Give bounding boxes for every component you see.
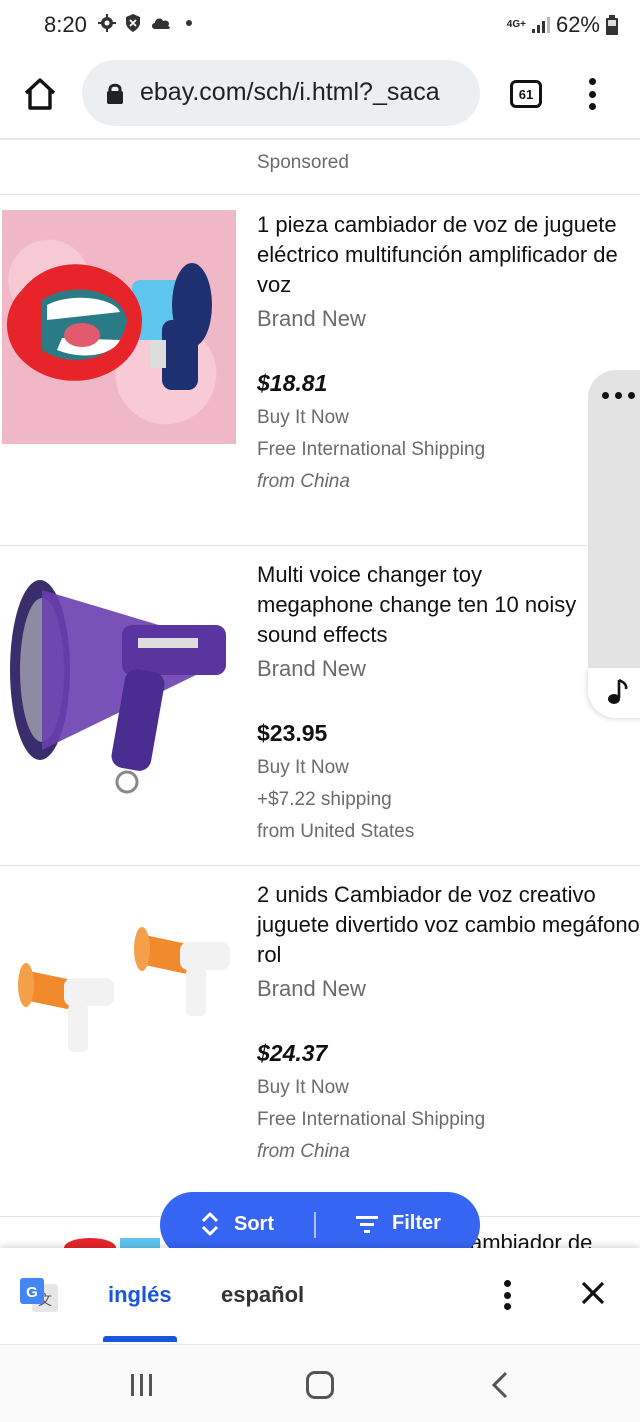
item-location: from China	[257, 1141, 350, 1162]
edge-panel-handle[interactable]	[588, 370, 640, 718]
menu-dot-icon	[588, 90, 596, 98]
cloud-icon	[152, 18, 170, 29]
status-system-icons: 4G+ 62%	[507, 12, 618, 38]
address-bar[interactable]: ebay.com/sch/i.html?_saca	[82, 60, 480, 126]
battery-percent: 62%	[555, 12, 600, 37]
lock-icon	[107, 83, 123, 104]
item-title[interactable]: 1 pieza cambiador de voz de juguete eléc…	[257, 210, 640, 300]
back-icon[interactable]	[490, 1371, 510, 1399]
divider	[0, 545, 640, 546]
item-image[interactable]	[2, 560, 236, 794]
filter-icon	[356, 1215, 378, 1233]
sort-label: Sort	[234, 1212, 274, 1235]
item-shipping: +$7.22 shipping	[257, 789, 392, 810]
sort-button[interactable]: Sort	[200, 1212, 274, 1236]
more-icon[interactable]	[602, 392, 635, 399]
item-image[interactable]	[2, 880, 236, 1114]
settings-icon	[98, 14, 116, 32]
item-price: $23.95	[257, 720, 328, 746]
item-title[interactable]: Multi voice changer toy megaphone change…	[257, 560, 587, 650]
status-notification-icons	[98, 13, 192, 33]
source-language-tab[interactable]: inglés	[108, 1282, 172, 1308]
item-info: Multi voice changer toy megaphone change…	[257, 560, 640, 843]
target-language-tab[interactable]: español	[221, 1282, 304, 1308]
sponsored-label: Sponsored	[257, 152, 349, 173]
item-buy-format: Buy It Now	[257, 757, 349, 778]
item-location: from China	[257, 471, 350, 492]
network-type: 4G+	[506, 19, 526, 30]
phone-screen: 8:20 4G+ 62% ebay.com/sch/i.html?_saca 6…	[0, 0, 640, 1422]
shield-icon	[126, 14, 140, 32]
item-condition: Brand New	[257, 306, 366, 331]
item-title[interactable]: 2 unids Cambiador de voz creativo juguet…	[257, 880, 640, 970]
browser-toolbar: ebay.com/sch/i.html?_saca 61	[0, 50, 640, 140]
purple-megaphone-illustration	[10, 580, 226, 794]
svg-text:G: G	[26, 1284, 38, 1301]
megaphone-lips-illustration	[7, 263, 212, 390]
pill-divider	[314, 1212, 316, 1238]
notification-dot-icon	[186, 20, 192, 26]
menu-dot-icon	[503, 1303, 511, 1310]
close-icon[interactable]	[578, 1278, 608, 1308]
menu-dot-icon	[588, 78, 596, 85]
item-price: $18.81	[257, 370, 328, 396]
google-translate-icon: 文 G	[20, 1278, 58, 1312]
home-nav-icon[interactable]	[306, 1371, 334, 1399]
item-image[interactable]	[2, 210, 236, 444]
listing-item[interactable]: 2 unids Cambiador de voz creativo juguet…	[0, 880, 640, 1214]
system-navigation-bar	[0, 1344, 640, 1422]
divider	[0, 194, 640, 195]
battery-icon	[606, 15, 618, 35]
status-bar: 8:20 4G+ 62%	[0, 0, 640, 50]
listing-item[interactable]: Multi voice changer toy megaphone change…	[0, 560, 640, 864]
divider	[0, 865, 640, 866]
active-tab-indicator	[103, 1336, 177, 1342]
url-text[interactable]: ebay.com/sch/i.html?_saca	[140, 78, 440, 107]
item-condition: Brand New	[257, 656, 366, 681]
browser-menu-button[interactable]	[582, 76, 602, 112]
item-info: 1 pieza cambiador de voz de juguete eléc…	[257, 210, 640, 493]
listing-item[interactable]: 1 pieza cambiador de voz de juguete eléc…	[0, 210, 640, 544]
item-location: from United States	[257, 821, 415, 842]
orange-megaphones-illustration	[18, 927, 230, 1052]
item-buy-format: Buy It Now	[257, 1077, 349, 1098]
item-shipping: Free International Shipping	[257, 439, 486, 460]
item-shipping: Free International Shipping	[257, 1109, 486, 1130]
signal-icon	[531, 17, 550, 33]
filter-button[interactable]: Filter	[356, 1212, 441, 1235]
filter-label: Filter	[392, 1212, 441, 1234]
tab-switcher-button[interactable]: 61	[510, 80, 542, 108]
menu-dot-icon	[503, 1291, 511, 1299]
status-time: 8:20	[44, 12, 87, 37]
item-buy-format: Buy It Now	[257, 407, 349, 428]
translate-bar: 文 G inglés español	[0, 1248, 640, 1344]
item-info: 2 unids Cambiador de voz creativo juguet…	[257, 880, 640, 1163]
recent-apps-icon[interactable]	[130, 1373, 154, 1397]
menu-dot-icon	[503, 1280, 511, 1287]
item-condition: Brand New	[257, 976, 366, 1001]
menu-dot-icon	[588, 103, 596, 110]
home-icon[interactable]	[22, 76, 58, 112]
translate-menu-button[interactable]	[500, 1280, 514, 1310]
item-price: $24.37	[257, 1040, 328, 1066]
music-note-icon[interactable]	[605, 678, 629, 706]
sort-icon	[201, 1212, 219, 1236]
